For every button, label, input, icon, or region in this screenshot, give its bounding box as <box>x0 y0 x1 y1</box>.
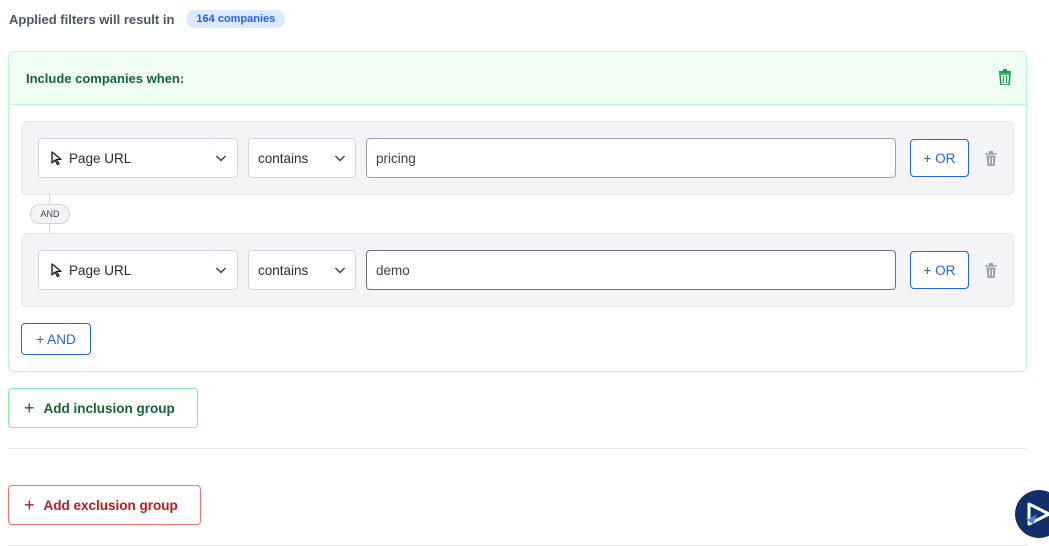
rule-2-operator-select[interactable]: contains <box>248 250 356 290</box>
rule-1-operator-select[interactable]: contains <box>248 138 356 178</box>
and-connector-pill: AND <box>30 204 70 224</box>
chat-launcher-logo-icon <box>1027 502 1049 526</box>
filter-summary: Applied filters will result in 164 compa… <box>9 9 286 29</box>
add-exclusion-group-label: Add exclusion group <box>43 497 178 513</box>
delete-rule-1-trash-icon[interactable] <box>985 151 997 166</box>
section-divider <box>8 448 1027 449</box>
pointer-cursor-icon <box>51 151 62 165</box>
chevron-down-icon <box>215 267 227 274</box>
chevron-down-icon <box>334 155 346 162</box>
include-group-title: Include companies when: <box>26 71 185 86</box>
filter-rule-2: Page URL contains + OR <box>21 233 1014 307</box>
company-count-badge: 164 companies <box>186 10 286 28</box>
include-group-header: Include companies when: <box>9 52 1026 105</box>
filter-rule-1: Page URL contains + OR <box>21 121 1014 195</box>
rule-1-field-select[interactable]: Page URL <box>38 138 238 178</box>
rule-2-field-label: Page URL <box>69 262 132 278</box>
plus-icon: + <box>24 398 35 418</box>
delete-rule-2-trash-icon[interactable] <box>985 263 997 278</box>
summary-label: Applied filters will result in <box>9 11 175 27</box>
pointer-cursor-icon <box>51 263 62 277</box>
rule-1-add-or-button[interactable]: + OR <box>910 139 969 177</box>
add-and-rule-button[interactable]: + AND <box>21 323 91 355</box>
rule-2-add-or-button[interactable]: + OR <box>910 251 969 289</box>
add-inclusion-group-label: Add inclusion group <box>43 400 175 416</box>
rule-2-operator-label: contains <box>258 262 309 278</box>
plus-icon: + <box>24 495 35 515</box>
add-inclusion-group-button[interactable]: + Add inclusion group <box>8 388 198 428</box>
rule-2-field-select[interactable]: Page URL <box>38 250 238 290</box>
add-exclusion-group-button[interactable]: + Add exclusion group <box>8 485 201 525</box>
chat-launcher-button[interactable] <box>1015 490 1049 538</box>
chevron-down-icon <box>215 155 227 162</box>
chevron-down-icon <box>334 267 346 274</box>
rule-1-value-input[interactable] <box>366 138 896 178</box>
include-group: Include companies when: Page URL contain… <box>8 51 1027 372</box>
rule-2-value-input[interactable] <box>366 250 896 290</box>
delete-group-trash-icon[interactable] <box>998 69 1012 85</box>
rule-1-operator-label: contains <box>258 150 309 166</box>
rule-1-field-label: Page URL <box>69 150 132 166</box>
